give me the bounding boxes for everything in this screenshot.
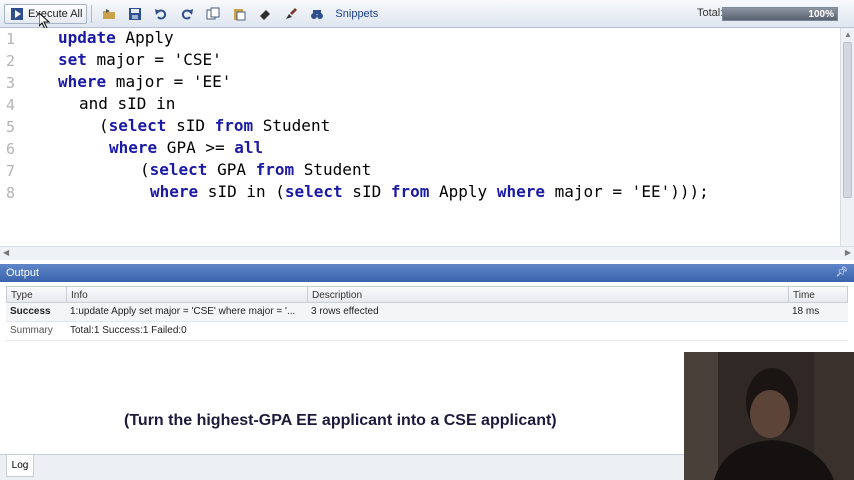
execute-icon <box>9 6 25 22</box>
total-label: Total: <box>697 7 724 19</box>
mouse-cursor-icon <box>39 13 51 29</box>
output-panel-title: Output 📌︎ <box>0 264 854 282</box>
line-number: 2 <box>6 52 16 70</box>
paste-icon <box>231 6 247 22</box>
output-table: Type Info Description Time Success 1:upd… <box>6 286 848 341</box>
table-row[interactable]: Summary Total:1 Success:1 Failed:0 <box>6 322 848 341</box>
find-button[interactable] <box>304 4 330 24</box>
toolbar-separator <box>91 4 93 23</box>
scroll-thumb[interactable] <box>843 42 852 198</box>
code-line-2: set major = 'CSE' <box>58 50 222 69</box>
line-number: 8 <box>6 184 16 202</box>
editor-horizontal-scrollbar[interactable]: ◀ ▶ <box>0 246 854 260</box>
code-line-3: where major = 'EE' <box>58 72 232 91</box>
save-icon <box>127 6 143 22</box>
execute-all-label: Execute All <box>28 7 83 20</box>
binoculars-icon <box>309 6 325 22</box>
scroll-right-icon[interactable]: ▶ <box>845 247 851 259</box>
column-header-info[interactable]: Info <box>67 287 308 302</box>
column-header-type[interactable]: Type <box>7 287 67 302</box>
redo-button[interactable] <box>174 4 200 24</box>
cell-type: Summary <box>10 325 53 336</box>
scroll-left-icon[interactable]: ◀ <box>3 247 9 259</box>
clear-button[interactable] <box>252 4 278 24</box>
line-number: 6 <box>6 140 16 158</box>
snippets-button[interactable]: Snippets <box>330 4 383 24</box>
copy-button[interactable] <box>200 4 226 24</box>
line-number: 5 <box>6 118 16 136</box>
lecture-caption: (Turn the highest-GPA EE applicant into … <box>124 412 557 429</box>
code-line-4: and sID in <box>79 94 176 113</box>
sql-editor[interactable]: 1 2 3 4 5 6 7 8 update Apply set major =… <box>0 28 854 260</box>
cell-info: 1:update Apply set major = 'CSE' where m… <box>70 306 296 317</box>
code-line-8: where sID in (select sID from Apply wher… <box>150 182 709 201</box>
bottom-tab-bar: Log <box>0 454 684 480</box>
tab-log[interactable]: Log <box>6 455 34 477</box>
cell-type: Success <box>10 306 51 317</box>
brush-icon <box>283 6 299 22</box>
undo-button[interactable] <box>148 4 174 24</box>
total-progress-bar: 100% <box>722 7 838 21</box>
line-number: 3 <box>6 74 16 92</box>
line-number: 1 <box>6 30 16 48</box>
paste-button[interactable] <box>226 4 252 24</box>
scroll-up-icon[interactable]: ▲ <box>844 29 852 41</box>
cell-time: 18 ms <box>792 306 820 317</box>
save-button[interactable] <box>122 4 148 24</box>
code-line-7: (select GPA from Student <box>140 160 372 179</box>
progress-text: 100% <box>808 9 834 20</box>
column-header-description[interactable]: Description <box>308 287 789 302</box>
redo-icon <box>179 6 195 22</box>
table-row[interactable]: Success 1:update Apply set major = 'CSE'… <box>6 303 848 322</box>
presenter-image <box>684 352 854 480</box>
copy-icon <box>205 6 221 22</box>
code-line-5: (select sID from Student <box>99 116 331 135</box>
column-header-time[interactable]: Time <box>789 287 847 302</box>
table-header: Type Info Description Time <box>6 286 848 303</box>
code-line-1: update Apply <box>58 28 174 47</box>
cell-info: Total:1 Success:1 Failed:0 <box>70 325 187 336</box>
undo-icon <box>153 6 169 22</box>
line-number: 7 <box>6 162 16 180</box>
code-line-6: where GPA >= all <box>109 138 264 157</box>
eraser-icon <box>257 6 273 22</box>
line-number: 4 <box>6 96 16 114</box>
format-button[interactable] <box>278 4 304 24</box>
editor-vertical-scrollbar[interactable]: ▲ <box>840 28 854 246</box>
webcam-overlay <box>684 352 854 480</box>
open-folder-icon <box>101 6 117 22</box>
output-title-label: Output <box>6 267 40 279</box>
line-number-gutter: 1 2 3 4 5 6 7 8 <box>0 28 34 246</box>
open-button[interactable] <box>96 4 122 24</box>
pin-icon[interactable]: 📌︎ <box>835 264 848 282</box>
cell-description: 3 rows effected <box>311 306 379 317</box>
